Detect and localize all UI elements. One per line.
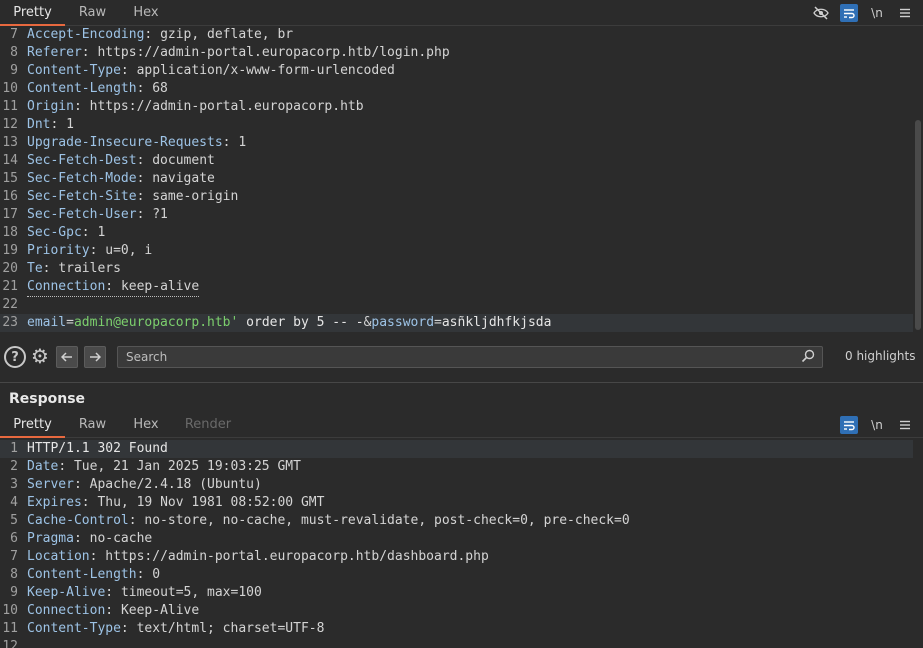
code-line: 2 Date: Tue, 21 Jan 2025 19:03:25 GMT <box>10 459 301 474</box>
tab-raw[interactable]: Raw <box>65 412 120 438</box>
tab-pretty[interactable]: Pretty <box>0 0 65 26</box>
tab-hex[interactable]: Hex <box>120 412 172 438</box>
next-match-button[interactable] <box>84 346 106 368</box>
wrap-icon[interactable] <box>840 4 858 22</box>
request-editor[interactable]: 7 Accept-Encoding: gzip, deflate, br 8 Ref… <box>0 26 923 336</box>
code-line: 10 Connection: Keep-Alive <box>2 603 200 618</box>
code-line: 4 Expires: Thu, 19 Nov 1981 08:52:00 GMT <box>10 495 325 510</box>
code-line: 20 Te: trailers <box>2 261 121 276</box>
code-line: 18 Sec-Gpc: 1 <box>2 225 106 240</box>
search-input[interactable] <box>117 346 823 368</box>
search-icon[interactable] <box>801 349 817 365</box>
eye-slash-icon[interactable] <box>812 4 830 22</box>
code-line: 7 Location: https://admin-portal.europaco… <box>10 549 489 564</box>
code-line: 9 Content-Type: application/x-www-form-ur… <box>10 63 395 78</box>
code-line: 11 Content-Type: text/html; charset=UTF-8 <box>2 621 325 636</box>
wrap-icon[interactable] <box>840 416 858 434</box>
code-line: 17 Sec-Fetch-User: ?1 <box>2 207 168 222</box>
code-line: 5 Cache-Control: no-store, no-cache, must… <box>10 513 630 528</box>
menu-icon[interactable] <box>896 4 914 22</box>
code-line: 16 Sec-Fetch-Site: same-origin <box>2 189 239 204</box>
tab-pretty[interactable]: Pretty <box>0 412 65 438</box>
code-line: 14 Sec-Fetch-Dest: document <box>2 153 215 168</box>
code-line: 15 Sec-Fetch-Mode: navigate <box>2 171 215 186</box>
request-scrollbar[interactable] <box>915 120 921 330</box>
code-line: 10 Content-Length: 68 <box>2 81 168 96</box>
tab-render: Render <box>184 417 232 432</box>
highlights-count: 0 highlights <box>845 349 916 363</box>
code-line: 6 Pragma: no-cache <box>10 531 153 546</box>
code-line: 21 Connection: keep-alive <box>0 278 913 297</box>
previous-match-button[interactable] <box>56 346 78 368</box>
code-line: 12 <box>2 639 18 648</box>
code-line: 7 Accept-Encoding: gzip, deflate, br <box>10 27 294 42</box>
code-line: 13 Upgrade-Insecure-Requests: 1 <box>2 135 247 150</box>
code-line: 8 Content-Length: 0 <box>10 567 161 582</box>
code-line: 9 Keep-Alive: timeout=5, max=100 <box>10 585 262 600</box>
pane-divider[interactable] <box>0 382 923 383</box>
help-icon[interactable]: ? <box>4 346 26 368</box>
response-editor[interactable]: 1 HTTP/1.1 302 Found 2 Date: Tue, 21 Jan 2… <box>0 440 923 648</box>
status-line: 1 HTTP/1.1 302 Found <box>0 440 913 458</box>
tab-raw[interactable]: Raw <box>65 0 120 26</box>
code-line: 12 Dnt: 1 <box>2 117 74 132</box>
code-line: 22 <box>2 297 18 312</box>
menu-icon[interactable] <box>896 416 914 434</box>
request-body-line: 23 email=admin@europacorp.htb' order by 5… <box>0 314 913 332</box>
newline-toggle-icon[interactable]: \n <box>868 416 886 434</box>
tab-hex[interactable]: Hex <box>120 0 172 26</box>
response-tab-bar: Pretty Raw Hex Render \n <box>0 412 923 438</box>
code-line: 19 Priority: u=0, i <box>2 243 153 258</box>
search-bar: ? ⚙ 0 highlights <box>0 340 923 374</box>
code-line: 3 Server: Apache/2.4.18 (Ubuntu) <box>10 477 262 492</box>
newline-toggle-icon[interactable]: \n <box>868 4 886 22</box>
request-tab-bar: Pretty Raw Hex \n <box>0 0 923 26</box>
gear-icon[interactable]: ⚙ <box>29 344 51 368</box>
code-line: 8 Referer: https://admin-portal.europacor… <box>10 45 450 60</box>
response-title: Response <box>9 391 86 407</box>
code-line: 11 Origin: https://admin-portal.europacor… <box>2 99 364 114</box>
